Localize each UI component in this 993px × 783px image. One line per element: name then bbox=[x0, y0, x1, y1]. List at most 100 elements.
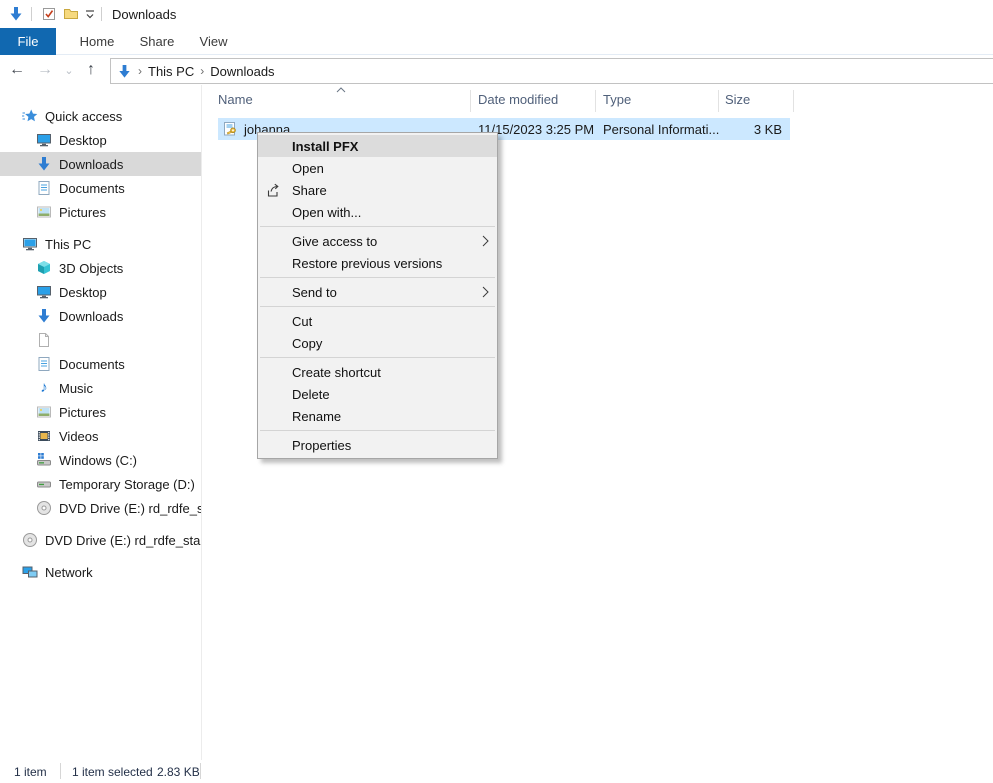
videos-film-icon bbox=[36, 428, 52, 444]
pictures-icon bbox=[36, 204, 52, 220]
network-icon bbox=[22, 564, 38, 580]
status-divider bbox=[60, 763, 61, 779]
pictures-icon bbox=[36, 404, 52, 420]
menu-item-cut[interactable]: Cut bbox=[258, 310, 497, 332]
sidebar-item-dvd-drive-e-root[interactable]: DVD Drive (E:) rd_rdfe_stable. bbox=[0, 528, 202, 552]
pfx-certificate-icon bbox=[222, 121, 238, 137]
menu-item-copy[interactable]: Copy bbox=[258, 332, 497, 354]
sidebar-item-pictures-pinned[interactable]: Pictures bbox=[0, 200, 202, 224]
menu-item-install-pfx[interactable]: Install PFX bbox=[258, 135, 497, 157]
menu-separator bbox=[260, 277, 495, 278]
status-selected-info: 1 item selected bbox=[72, 765, 153, 779]
menu-item-restore-previous-versions[interactable]: Restore previous versions bbox=[258, 252, 497, 274]
blank-document-icon bbox=[36, 332, 52, 348]
breadcrumb-this-pc[interactable]: This PC bbox=[148, 64, 194, 79]
status-selected-size: 2.83 KB bbox=[157, 765, 200, 779]
tab-view[interactable]: View bbox=[186, 28, 241, 55]
sidebar-item-temporary-storage-d-drive[interactable]: Temporary Storage (D:) bbox=[0, 472, 202, 496]
navigation-bar: ← → ⌄ ↑ › This PC › Downloads bbox=[0, 55, 993, 85]
column-divider[interactable] bbox=[718, 90, 719, 112]
column-header-size[interactable]: Size bbox=[725, 92, 750, 107]
downloads-icon bbox=[36, 308, 52, 324]
tab-home[interactable]: Home bbox=[66, 28, 128, 55]
sidebar-item-videos[interactable]: Videos bbox=[0, 424, 202, 448]
submenu-chevron-icon bbox=[482, 235, 489, 247]
status-divider bbox=[200, 763, 201, 779]
sort-ascending-caret-icon bbox=[336, 87, 346, 93]
sidebar-item-desktop[interactable]: Desktop bbox=[0, 280, 202, 304]
navigation-pane: Quick access Desktop Downloads Documents… bbox=[0, 85, 202, 760]
3d-objects-cube-icon bbox=[36, 260, 52, 276]
dvd-disc-icon bbox=[36, 500, 52, 516]
toolbar-separator bbox=[31, 7, 32, 21]
sidebar-item-music[interactable]: ♪ Music bbox=[0, 376, 202, 400]
sidebar-item-quick-access[interactable]: Quick access bbox=[0, 104, 202, 128]
menu-item-open[interactable]: Open bbox=[258, 157, 497, 179]
new-folder-icon[interactable] bbox=[63, 6, 79, 22]
drive-icon bbox=[36, 476, 52, 492]
back-button[interactable]: ← bbox=[6, 59, 28, 81]
status-bar: 1 item 1 item selected 2.83 KB bbox=[0, 760, 993, 783]
address-downloads-icon bbox=[117, 64, 132, 79]
breadcrumb-downloads[interactable]: Downloads bbox=[210, 64, 274, 79]
menu-item-delete[interactable]: Delete bbox=[258, 383, 497, 405]
tab-share[interactable]: Share bbox=[128, 28, 186, 55]
share-icon bbox=[266, 182, 282, 198]
menu-item-rename[interactable]: Rename bbox=[258, 405, 497, 427]
context-menu: Install PFX Open Share Open with... Give… bbox=[257, 132, 498, 459]
titlebar: Downloads bbox=[0, 0, 993, 28]
properties-check-icon[interactable] bbox=[41, 6, 57, 22]
menu-item-send-to[interactable]: Send to bbox=[258, 281, 497, 303]
recent-locations-chevron[interactable]: ⌄ bbox=[58, 59, 80, 81]
toolbar-separator bbox=[101, 7, 102, 21]
quick-access-star-icon bbox=[22, 108, 38, 124]
ribbon-tabs: File Home Share View bbox=[0, 28, 993, 55]
up-button[interactable]: ↑ bbox=[80, 59, 102, 81]
dvd-disc-icon bbox=[22, 532, 38, 548]
sidebar-item-windows-c-drive[interactable]: Windows (C:) bbox=[0, 448, 202, 472]
forward-button[interactable]: → bbox=[34, 59, 56, 81]
menu-item-open-with[interactable]: Open with... bbox=[258, 201, 497, 223]
sidebar-item-downloads-pinned[interactable]: Downloads bbox=[0, 152, 202, 176]
menu-separator bbox=[260, 357, 495, 358]
downloads-arrow-icon bbox=[8, 6, 24, 22]
menu-item-give-access-to[interactable]: Give access to bbox=[258, 230, 497, 252]
sidebar-item-this-pc[interactable]: This PC bbox=[0, 232, 202, 256]
sidebar-item-desktop-pinned[interactable]: Desktop bbox=[0, 128, 202, 152]
column-header-date-modified[interactable]: Date modified bbox=[478, 92, 558, 107]
customize-toolbar-icon[interactable] bbox=[84, 9, 96, 19]
file-explorer-window: Downloads File Home Share View ← → ⌄ ↑ ›… bbox=[0, 0, 993, 783]
file-size: 3 KB bbox=[754, 122, 782, 137]
desktop-icon bbox=[36, 132, 52, 148]
menu-item-properties[interactable]: Properties bbox=[258, 434, 497, 456]
column-header-type[interactable]: Type bbox=[603, 92, 631, 107]
column-divider[interactable] bbox=[595, 90, 596, 112]
sidebar-item-unnamed[interactable] bbox=[0, 328, 202, 352]
this-pc-icon bbox=[22, 236, 38, 252]
column-divider[interactable] bbox=[793, 90, 794, 112]
sidebar-item-documents-pinned[interactable]: Documents bbox=[0, 176, 202, 200]
column-header-name[interactable]: Name bbox=[218, 92, 253, 107]
status-item-count: 1 item bbox=[14, 765, 47, 779]
address-bar[interactable]: › This PC › Downloads bbox=[110, 58, 993, 84]
window-title: Downloads bbox=[112, 7, 176, 22]
menu-separator bbox=[260, 306, 495, 307]
windows-drive-icon bbox=[36, 452, 52, 468]
downloads-icon bbox=[36, 156, 52, 172]
sidebar-item-pictures[interactable]: Pictures bbox=[0, 400, 202, 424]
tab-file[interactable]: File bbox=[0, 28, 56, 55]
sidebar-item-downloads[interactable]: Downloads bbox=[0, 304, 202, 328]
sidebar-item-3d-objects[interactable]: 3D Objects bbox=[0, 256, 202, 280]
submenu-chevron-icon bbox=[482, 286, 489, 298]
music-note-icon: ♪ bbox=[36, 380, 52, 396]
menu-item-create-shortcut[interactable]: Create shortcut bbox=[258, 361, 497, 383]
column-divider[interactable] bbox=[470, 90, 471, 112]
file-type: Personal Informati... bbox=[603, 122, 719, 137]
menu-item-share[interactable]: Share bbox=[258, 179, 497, 201]
sidebar-item-dvd-drive-e[interactable]: DVD Drive (E:) rd_rdfe_stable bbox=[0, 496, 202, 520]
menu-separator bbox=[260, 430, 495, 431]
sidebar-item-documents[interactable]: Documents bbox=[0, 352, 202, 376]
breadcrumb-chevron-icon: › bbox=[138, 64, 142, 78]
sidebar-item-network[interactable]: Network bbox=[0, 560, 202, 584]
documents-icon bbox=[36, 180, 52, 196]
